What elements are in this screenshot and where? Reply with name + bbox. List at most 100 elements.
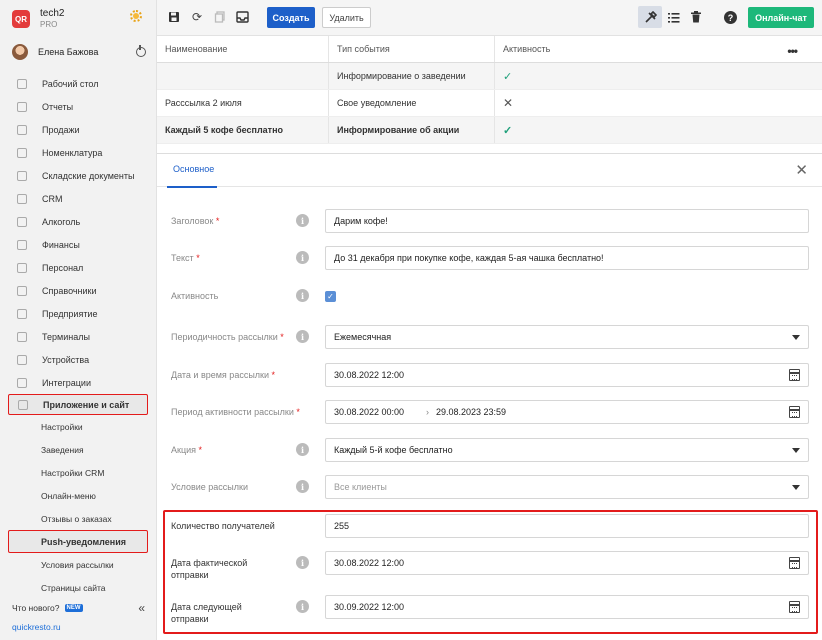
submenu-item-settings[interactable]: Настройки bbox=[0, 415, 157, 438]
column-header-name[interactable]: Наименование bbox=[157, 36, 329, 62]
info-icon[interactable]: i bbox=[296, 330, 309, 343]
refresh-icon[interactable]: ⟳ bbox=[190, 10, 204, 24]
online-chat-button[interactable]: Онлайн-чат bbox=[748, 7, 814, 28]
table-row-selected[interactable]: Каждый 5 кофе бесплатно Информирование о… bbox=[157, 117, 822, 144]
sidebar-item-sales[interactable]: Продажи bbox=[0, 118, 157, 141]
submenu-item-crm-settings[interactable]: Настройки CRM bbox=[0, 461, 157, 484]
trash-icon[interactable] bbox=[689, 10, 703, 24]
chevron-down-icon bbox=[792, 448, 800, 453]
sidebar-item-finance[interactable]: Финансы bbox=[0, 233, 157, 256]
submenu-item-venues[interactable]: Заведения bbox=[0, 438, 157, 461]
whats-new-label: Что нового? bbox=[12, 603, 60, 613]
tag-icon bbox=[17, 147, 27, 158]
sidebar-item-label: Устройства bbox=[42, 354, 90, 365]
sidebar-item-references[interactable]: Справочники bbox=[0, 279, 157, 302]
crm-icon bbox=[17, 193, 27, 204]
column-header-type[interactable]: Тип события bbox=[329, 36, 495, 62]
app-icon bbox=[18, 399, 28, 410]
submenu-item-order-reviews[interactable]: Отзывы о заказах bbox=[0, 507, 157, 530]
recipients-input[interactable]: 255 bbox=[325, 514, 809, 538]
sidebar-item-staff[interactable]: Персонал bbox=[0, 256, 157, 279]
actual-send-input[interactable]: 30.08.2022 12:00 bbox=[325, 551, 809, 575]
more-options-icon[interactable]: ••• bbox=[787, 44, 798, 58]
text-input[interactable]: До 31 декабря при покупке кофе, каждая 5… bbox=[325, 246, 809, 270]
power-icon[interactable] bbox=[136, 45, 146, 57]
sidebar-item-dashboard[interactable]: Рабочий стол bbox=[0, 72, 157, 95]
calendar-icon[interactable] bbox=[789, 557, 800, 569]
collapse-sidebar-icon[interactable]: « bbox=[138, 601, 145, 615]
copy-icon[interactable] bbox=[213, 10, 227, 24]
condition-select[interactable]: Все клиенты bbox=[325, 475, 809, 499]
period-select[interactable]: Ежемесячная bbox=[325, 325, 809, 349]
sidebar-item-reports[interactable]: Отчеты bbox=[0, 95, 157, 118]
period-select-value: Ежемесячная bbox=[334, 332, 392, 342]
delete-button[interactable]: Удалить bbox=[322, 7, 371, 28]
info-icon[interactable]: i bbox=[296, 289, 309, 302]
active-checkbox[interactable]: ✓ bbox=[325, 291, 336, 302]
save-icon[interactable] bbox=[167, 10, 181, 24]
field-label-text: Заголовок bbox=[171, 216, 214, 226]
list-icon[interactable] bbox=[667, 10, 681, 24]
cell-name: Расссылка 2 июля bbox=[157, 90, 329, 116]
title-input[interactable]: Дарим кофе! bbox=[325, 209, 809, 233]
tools-icon[interactable] bbox=[643, 10, 657, 24]
user-profile[interactable]: Елена Бажова bbox=[12, 44, 146, 60]
book-icon bbox=[17, 285, 27, 296]
submenu-item-online-menu[interactable]: Онлайн-меню bbox=[0, 484, 157, 507]
next-send-input[interactable]: 30.09.2022 12:00 bbox=[325, 595, 809, 619]
sidebar-item-terminals[interactable]: Терминалы bbox=[0, 325, 157, 348]
sidebar-item-warehouse[interactable]: Складские документы bbox=[0, 164, 157, 187]
chevron-down-icon bbox=[792, 335, 800, 340]
table-row[interactable]: Информирование о заведении ✓ bbox=[157, 63, 822, 90]
info-icon[interactable]: i bbox=[296, 443, 309, 456]
wallet-icon bbox=[17, 239, 27, 250]
field-label-text: Периодичность рассылки bbox=[171, 332, 278, 342]
info-icon[interactable]: i bbox=[296, 214, 309, 227]
chevron-down-icon bbox=[792, 485, 800, 490]
sidebar-item-integrations[interactable]: Интеграции bbox=[0, 371, 157, 394]
column-header-activity[interactable]: Активность bbox=[495, 36, 822, 62]
help-icon[interactable]: ? bbox=[724, 11, 737, 24]
submenu-item-mailing-conditions[interactable]: Условия рассылки bbox=[0, 553, 157, 576]
sidebar: QR tech2 PRO Елена Бажова Рабочий стол О… bbox=[0, 0, 157, 640]
create-button[interactable]: Создать bbox=[267, 7, 315, 28]
sidebar-item-app-and-site[interactable]: Приложение и сайт bbox=[8, 394, 148, 415]
whats-new[interactable]: Что нового? NEW « bbox=[12, 601, 145, 615]
info-icon[interactable]: i bbox=[296, 251, 309, 264]
people-icon bbox=[17, 262, 27, 273]
submenu-item-push-notifications[interactable]: Push-уведомления bbox=[8, 530, 148, 553]
info-icon[interactable]: i bbox=[296, 556, 309, 569]
brand-name: tech2 bbox=[40, 8, 65, 19]
field-label: Дата следующей отправки bbox=[171, 601, 242, 625]
sidebar-item-label: Складские документы bbox=[42, 170, 135, 181]
info-icon[interactable]: i bbox=[296, 480, 309, 493]
brand[interactable]: QR tech2 PRO bbox=[12, 8, 64, 30]
actual-send-value: 30.08.2022 12:00 bbox=[334, 558, 405, 568]
info-icon[interactable]: i bbox=[296, 600, 309, 613]
sidebar-item-devices[interactable]: Устройства bbox=[0, 348, 157, 371]
site-link[interactable]: quickresto.ru bbox=[12, 622, 61, 632]
next-send-value: 30.09.2022 12:00 bbox=[334, 602, 405, 612]
close-icon[interactable]: ✕ bbox=[795, 161, 808, 179]
calendar-icon[interactable] bbox=[789, 406, 800, 418]
promo-select[interactable]: Каждый 5-й кофе бесплатно bbox=[325, 438, 809, 462]
submenu-item-site-pages[interactable]: Страницы сайта bbox=[0, 576, 157, 599]
terminal-icon bbox=[17, 331, 27, 342]
datetime-input[interactable]: 30.08.2022 12:00 bbox=[325, 363, 809, 387]
sidebar-item-nomenclature[interactable]: Номенклатура bbox=[0, 141, 157, 164]
user-name: Елена Бажова bbox=[38, 47, 99, 57]
sidebar-item-enterprise[interactable]: Предприятие bbox=[0, 302, 157, 325]
table-row[interactable]: Расссылка 2 июля Свое уведомление ✕ bbox=[157, 90, 822, 117]
inbox-icon[interactable] bbox=[235, 10, 249, 24]
tab-main[interactable]: Основное bbox=[173, 164, 214, 174]
sidebar-item-crm[interactable]: CRM bbox=[0, 187, 157, 210]
new-badge: NEW bbox=[64, 604, 83, 612]
active-period-input[interactable]: 30.08.2022 00:00 › 29.08.2023 23:59 bbox=[325, 400, 809, 424]
calendar-icon[interactable] bbox=[789, 369, 800, 381]
calendar-icon[interactable] bbox=[789, 601, 800, 613]
sidebar-item-alcohol[interactable]: Алкоголь bbox=[0, 210, 157, 233]
sidebar-item-label: Интеграции bbox=[42, 377, 91, 388]
printer-icon bbox=[17, 354, 27, 365]
sidebar-item-label: Отчеты bbox=[42, 101, 74, 112]
theme-sun-icon[interactable] bbox=[130, 10, 142, 22]
